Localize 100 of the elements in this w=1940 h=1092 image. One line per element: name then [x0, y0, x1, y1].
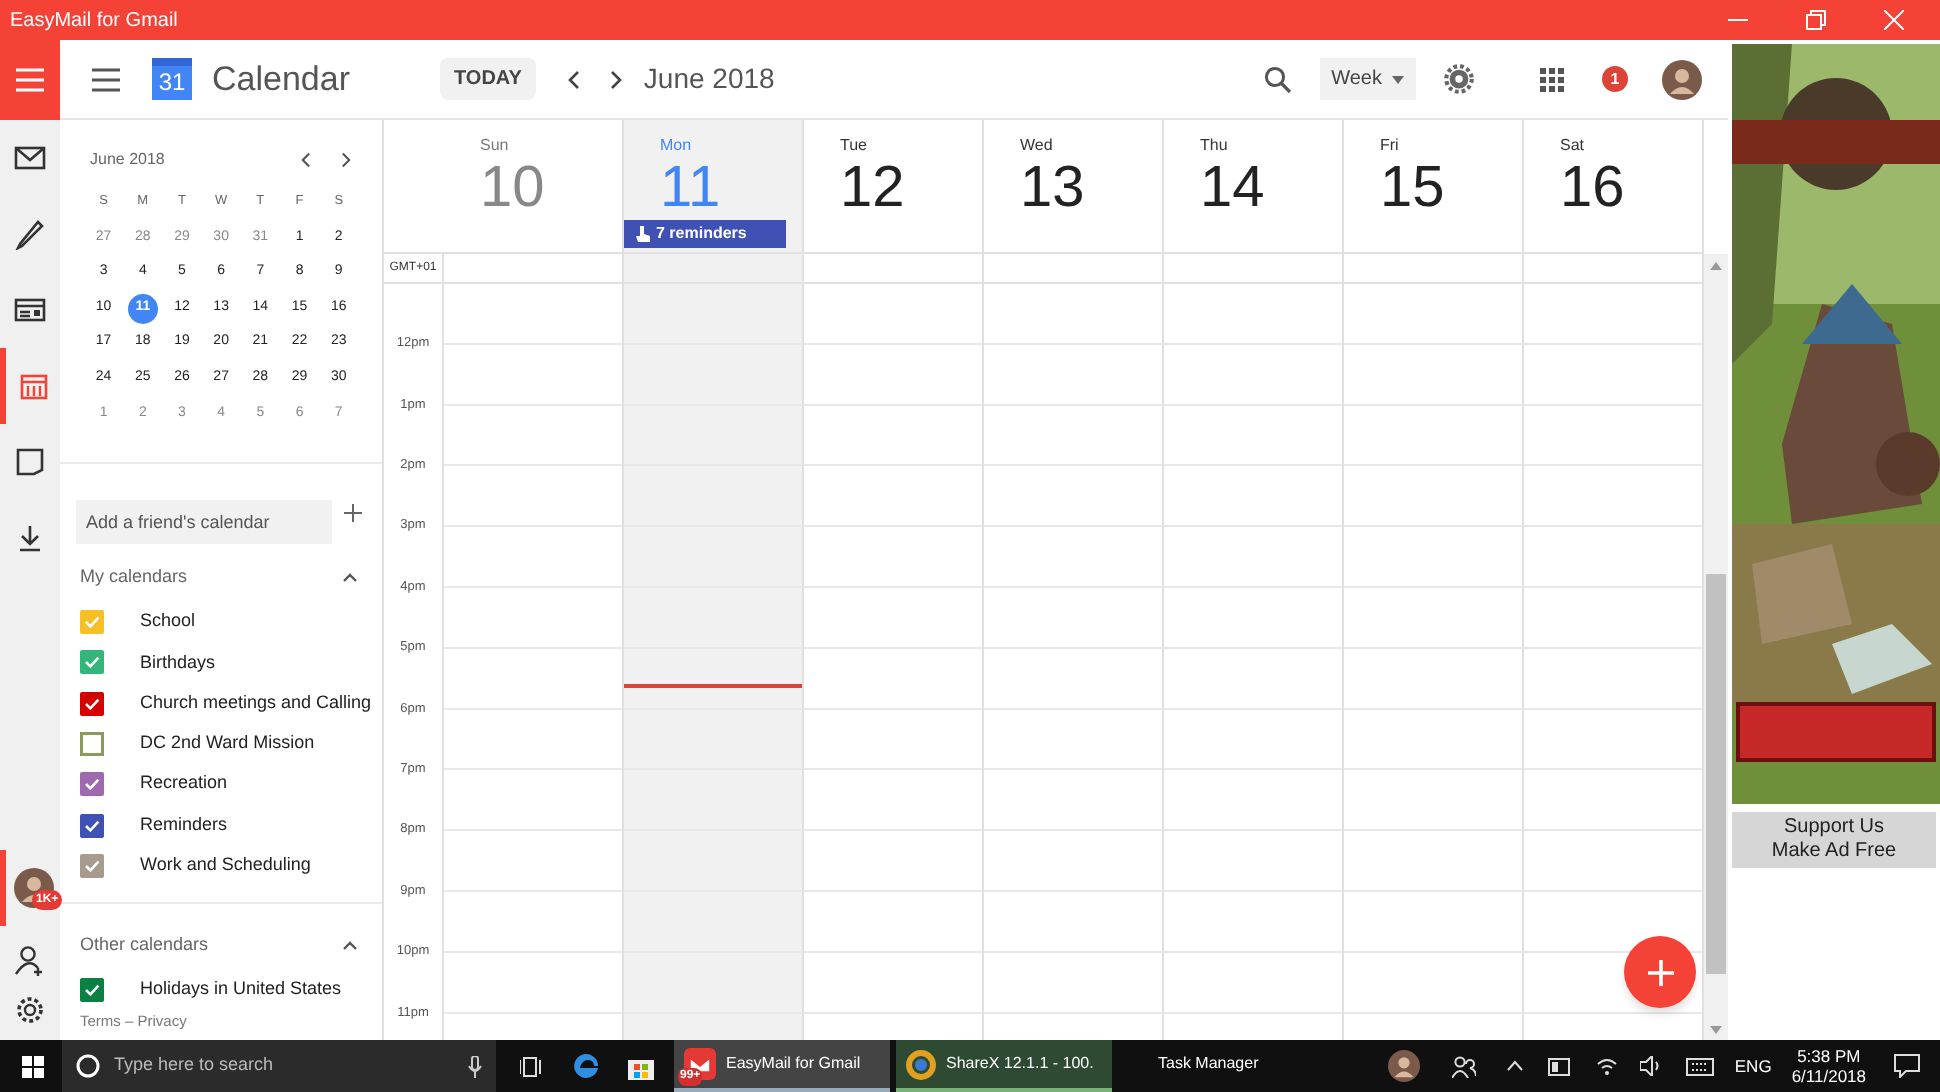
taskbar-search-field[interactable]: Type here to search [62, 1040, 496, 1092]
all-day-cell[interactable] [1164, 254, 1344, 284]
checkbox[interactable] [80, 731, 104, 756]
chevron-left-icon[interactable] [298, 151, 314, 168]
hand-icon [636, 226, 650, 242]
reminders-chip[interactable]: 7 reminders [624, 220, 786, 248]
all-day-cell[interactable] [1344, 254, 1524, 284]
menu-icon [16, 68, 44, 92]
language-indicator[interactable]: ENG [1734, 1053, 1772, 1079]
calendar-name[interactable]: Church meetings and Calling [140, 689, 372, 717]
avatar[interactable] [1662, 59, 1702, 99]
search-icon [76, 1054, 100, 1078]
clock-date[interactable]: 6/11/2018 [1791, 1066, 1866, 1086]
period-title: June 2018 [643, 60, 775, 98]
weekday-label: Wed [1018, 134, 1053, 158]
checkbox[interactable] [80, 691, 104, 716]
all-day-cell[interactable] [804, 254, 984, 284]
all-day-cell[interactable] [984, 254, 1164, 284]
day-header[interactable]: Mon 11 7 reminders [624, 120, 804, 254]
windows-icon[interactable] [22, 1055, 44, 1077]
checkbox[interactable] [80, 650, 104, 675]
checkbox[interactable] [80, 977, 104, 1002]
note-icon [14, 446, 46, 478]
pencil-icon [14, 218, 46, 250]
day-number: 13 [1018, 158, 1085, 218]
battery-icon[interactable] [1548, 1057, 1573, 1075]
notification-badge[interactable]: 1 [1602, 66, 1628, 92]
calendar-name[interactable]: DC 2nd Ward Mission [140, 730, 315, 758]
clock-time[interactable]: 5:38 PM [1797, 1046, 1861, 1066]
weekday-label: Tue [838, 134, 867, 158]
all-day-cell[interactable] [624, 254, 804, 284]
plus-icon[interactable] [344, 504, 362, 523]
chevron-left-icon[interactable] [563, 69, 584, 89]
friend-calendar-field[interactable]: Add a friend's calendar [76, 499, 332, 544]
close-icon[interactable] [1884, 10, 1904, 30]
weekday-label: Fri [1378, 134, 1399, 158]
checkbox[interactable] [80, 813, 104, 837]
support-button[interactable]: Support Us Make Ad Free [1732, 812, 1936, 868]
calendar-name[interactable]: Reminders [140, 811, 228, 839]
browser-icon[interactable] [572, 1052, 600, 1080]
card-icon [14, 294, 46, 326]
chevron-up-icon[interactable] [342, 572, 358, 583]
calendar-name[interactable]: Work and Scheduling [140, 852, 311, 880]
weekday-label: Thu [1198, 134, 1228, 158]
menu-icon[interactable] [92, 67, 120, 91]
task-view-icon[interactable] [520, 1055, 544, 1077]
wifi-icon[interactable] [1596, 1056, 1619, 1076]
ring-app-icon [906, 1049, 936, 1079]
avatar[interactable] [1388, 1050, 1421, 1082]
day-number: 12 [838, 158, 905, 218]
taskbar-app[interactable]: Task Manager [1118, 1040, 1334, 1092]
add-person-icon[interactable] [14, 944, 46, 976]
notification-icon[interactable] [1894, 1054, 1920, 1078]
maximize-icon[interactable] [1806, 10, 1826, 30]
chevron-right-icon[interactable] [605, 69, 626, 89]
day-number: 16 [1558, 158, 1625, 218]
chevron-right-icon[interactable] [338, 151, 354, 168]
all-day-cell[interactable] [1524, 254, 1704, 284]
today-button[interactable]: TODAY [440, 58, 536, 100]
scroll-up-icon [1710, 262, 1722, 270]
apps-grid-icon[interactable] [1540, 67, 1564, 91]
caret-icon [1392, 75, 1404, 83]
view-dropdown[interactable]: Week [1319, 58, 1416, 100]
checkbox[interactable] [80, 610, 104, 635]
scrollbar-thumb[interactable] [1706, 574, 1726, 974]
weekday-label: Sat [1558, 134, 1585, 158]
calendar-icon [17, 370, 49, 402]
section-title: My calendars [80, 564, 188, 590]
settings-icon[interactable] [1444, 64, 1474, 94]
scroll-down-icon [1710, 1026, 1722, 1034]
day-number: 15 [1378, 158, 1445, 218]
window-title: EasyMail for Gmail [8, 7, 178, 35]
day-number: 14 [1198, 158, 1265, 218]
menu-button[interactable] [0, 40, 60, 120]
checkbox[interactable] [80, 772, 104, 797]
envelope-icon [14, 142, 46, 174]
calendar-name[interactable]: Recreation [140, 770, 228, 798]
checkbox[interactable] [80, 853, 104, 878]
app-title: Calendar [212, 57, 352, 102]
calendar-name[interactable]: Holidays in United States [140, 975, 342, 1003]
plus-icon [1647, 959, 1673, 985]
calendar-name[interactable]: Birthdays [140, 649, 216, 677]
search-icon[interactable] [1263, 65, 1292, 93]
month-label: June 2018 [90, 147, 165, 172]
chevron-up-icon[interactable] [342, 940, 358, 951]
weekday-label: Mon [658, 134, 692, 158]
mail-app-icon [684, 1048, 716, 1080]
weekday-label: Sun [478, 134, 509, 158]
all-day-cell[interactable] [444, 254, 624, 284]
day-number: 10 [478, 158, 545, 218]
people-icon[interactable] [1452, 1055, 1477, 1077]
keyboard-icon[interactable] [1686, 1057, 1715, 1075]
calendar-name[interactable]: School [140, 608, 196, 636]
settings-icon[interactable] [14, 994, 46, 1026]
calendar-logo: 31 [152, 58, 192, 100]
section-title: Other calendars [80, 931, 209, 958]
taskbar-app[interactable]: ShareX 12.1.1 - 100. [896, 1040, 1112, 1092]
download-icon [14, 522, 46, 554]
scrollbar[interactable] [1704, 254, 1728, 1040]
day-number: 11 [658, 158, 721, 218]
